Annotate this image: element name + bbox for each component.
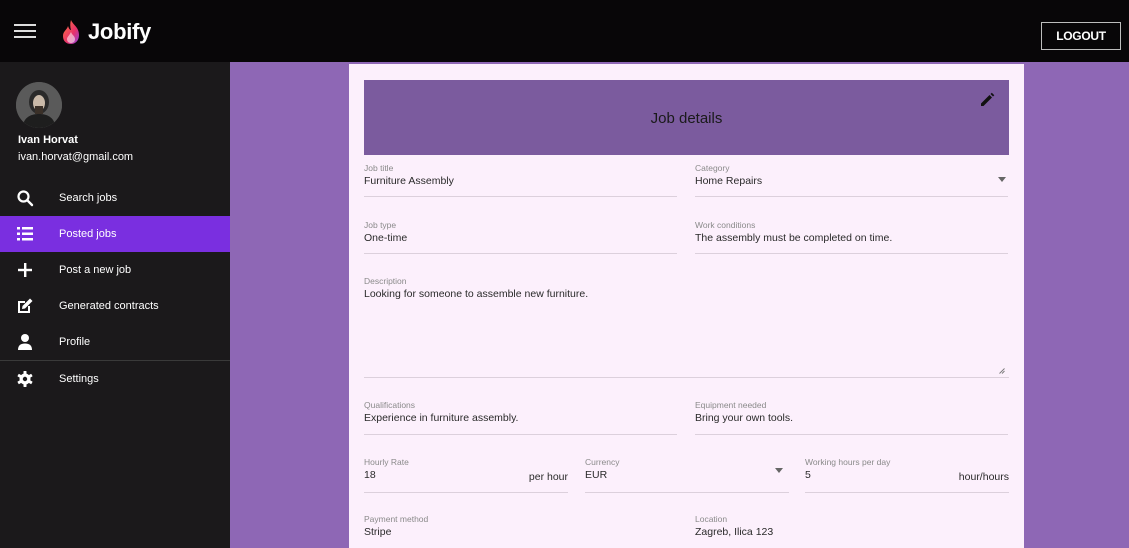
field-underline [364, 253, 677, 254]
edit-document-icon [18, 298, 33, 313]
field-underline [805, 492, 1009, 493]
qualifications-value: Experience in furniture assembly. [364, 412, 519, 424]
sidebar-item-post-new-job[interactable]: Post a new job [0, 252, 230, 288]
avatar-image [16, 82, 62, 128]
gear-icon [17, 371, 33, 387]
field-underline [364, 377, 1009, 378]
hourly-rate-suffix: per hour [528, 471, 568, 483]
sidebar-item-label: Post a new job [59, 264, 132, 276]
user-name: Ivan Horvat [18, 134, 78, 146]
sidebar-item-profile[interactable]: Profile [0, 324, 230, 360]
working-hours-field[interactable]: Working hours per day 5 hour/hours [805, 457, 1009, 493]
field-underline [364, 196, 677, 197]
equipment-label: Equipment needed [695, 400, 767, 410]
job-type-label: Job type [364, 220, 397, 230]
payment-method-value: Stripe [364, 526, 392, 538]
field-underline [695, 196, 1008, 197]
location-field[interactable]: Location Zagreb, Ilica 123 [695, 514, 1008, 548]
hourly-rate-label: Hourly Rate [364, 457, 409, 467]
category-select[interactable]: Category Home Repairs [695, 163, 1008, 197]
job-title-label: Job title [364, 163, 394, 173]
working-hours-suffix: hour/hours [958, 471, 1009, 483]
work-conditions-field[interactable]: Work conditions The assembly must be com… [695, 220, 1008, 254]
job-title-field[interactable]: Job title Furniture Assembly [364, 163, 677, 197]
sidebar-item-generated-contracts[interactable]: Generated contracts [0, 288, 230, 324]
list-icon [17, 227, 33, 241]
working-hours-label: Working hours per day [805, 457, 891, 467]
payment-method-field[interactable]: Payment method Stripe [364, 514, 677, 548]
sidebar-item-label: Generated contracts [59, 300, 159, 312]
currency-label: Currency [585, 457, 620, 467]
field-underline [695, 434, 1008, 435]
plus-icon [18, 263, 32, 277]
app-name: Jobify [88, 19, 151, 44]
work-conditions-label: Work conditions [695, 220, 756, 230]
sidebar-item-settings[interactable]: Settings [0, 361, 230, 397]
resize-handle-icon[interactable] [999, 368, 1005, 374]
search-icon [17, 190, 34, 207]
card-header: Job details [364, 80, 1009, 155]
sidebar-item-label: Posted jobs [59, 228, 117, 240]
flame-logo-icon [63, 20, 79, 44]
field-underline [585, 492, 789, 493]
currency-value: EUR [585, 469, 608, 481]
logout-button[interactable]: LOGOUT [1041, 22, 1121, 50]
user-email: ivan.horvat@gmail.com [18, 151, 134, 163]
sidebar-item-label: Settings [59, 373, 99, 385]
app-logo[interactable]: Jobify [58, 18, 151, 46]
equipment-field[interactable]: Equipment needed Bring your own tools. [695, 400, 1008, 435]
job-title-value: Furniture Assembly [364, 175, 454, 187]
dropdown-arrow-icon[interactable] [775, 468, 783, 473]
sidebar-item-label: Search jobs [59, 192, 118, 204]
currency-select[interactable]: Currency EUR [585, 457, 789, 493]
sidebar-nav: Search jobs Posted jobs Post a new job G… [0, 180, 230, 397]
payment-method-label: Payment method [364, 514, 429, 524]
category-label: Category [695, 163, 730, 173]
job-type-value: One-time [364, 232, 408, 244]
job-details-card: Job details Job title Furniture Assembly… [349, 64, 1024, 548]
category-value: Home Repairs [695, 175, 763, 187]
field-underline [364, 434, 677, 435]
sidebar: Ivan Horvat ivan.horvat@gmail.com Search… [0, 62, 230, 548]
avatar[interactable] [16, 82, 62, 128]
menu-icon[interactable] [14, 24, 36, 40]
person-icon [18, 334, 32, 350]
description-label: Description [364, 276, 407, 286]
top-app-bar: Jobify LOGOUT [0, 0, 1129, 62]
description-value: Looking for someone to assemble new furn… [364, 288, 589, 300]
sidebar-item-label: Profile [59, 336, 91, 348]
page-title: Job details [650, 110, 723, 127]
pencil-icon[interactable] [979, 92, 995, 108]
dropdown-arrow-icon[interactable] [998, 177, 1006, 182]
job-type-field[interactable]: Job type One-time [364, 220, 677, 254]
field-underline [695, 253, 1008, 254]
location-value: Zagreb, Ilica 123 [695, 526, 774, 538]
qualifications-label: Qualifications [364, 400, 416, 410]
sidebar-item-search-jobs[interactable]: Search jobs [0, 180, 230, 216]
qualifications-field[interactable]: Qualifications Experience in furniture a… [364, 400, 677, 435]
sidebar-item-posted-jobs[interactable]: Posted jobs [0, 216, 230, 252]
location-label: Location [695, 514, 728, 524]
description-textarea[interactable]: Description Looking for someone to assem… [364, 276, 1009, 378]
field-underline [364, 492, 568, 493]
hourly-rate-field[interactable]: Hourly Rate 18 per hour [364, 457, 568, 493]
work-conditions-value: The assembly must be completed on time. [695, 232, 893, 244]
equipment-value: Bring your own tools. [695, 412, 794, 424]
